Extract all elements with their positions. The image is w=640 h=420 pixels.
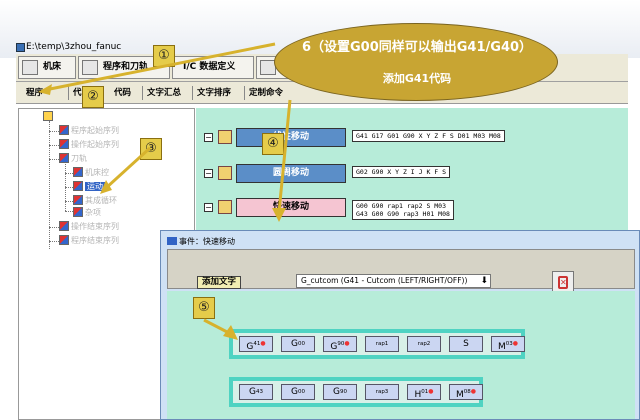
annotation-arrows <box>38 42 292 340</box>
